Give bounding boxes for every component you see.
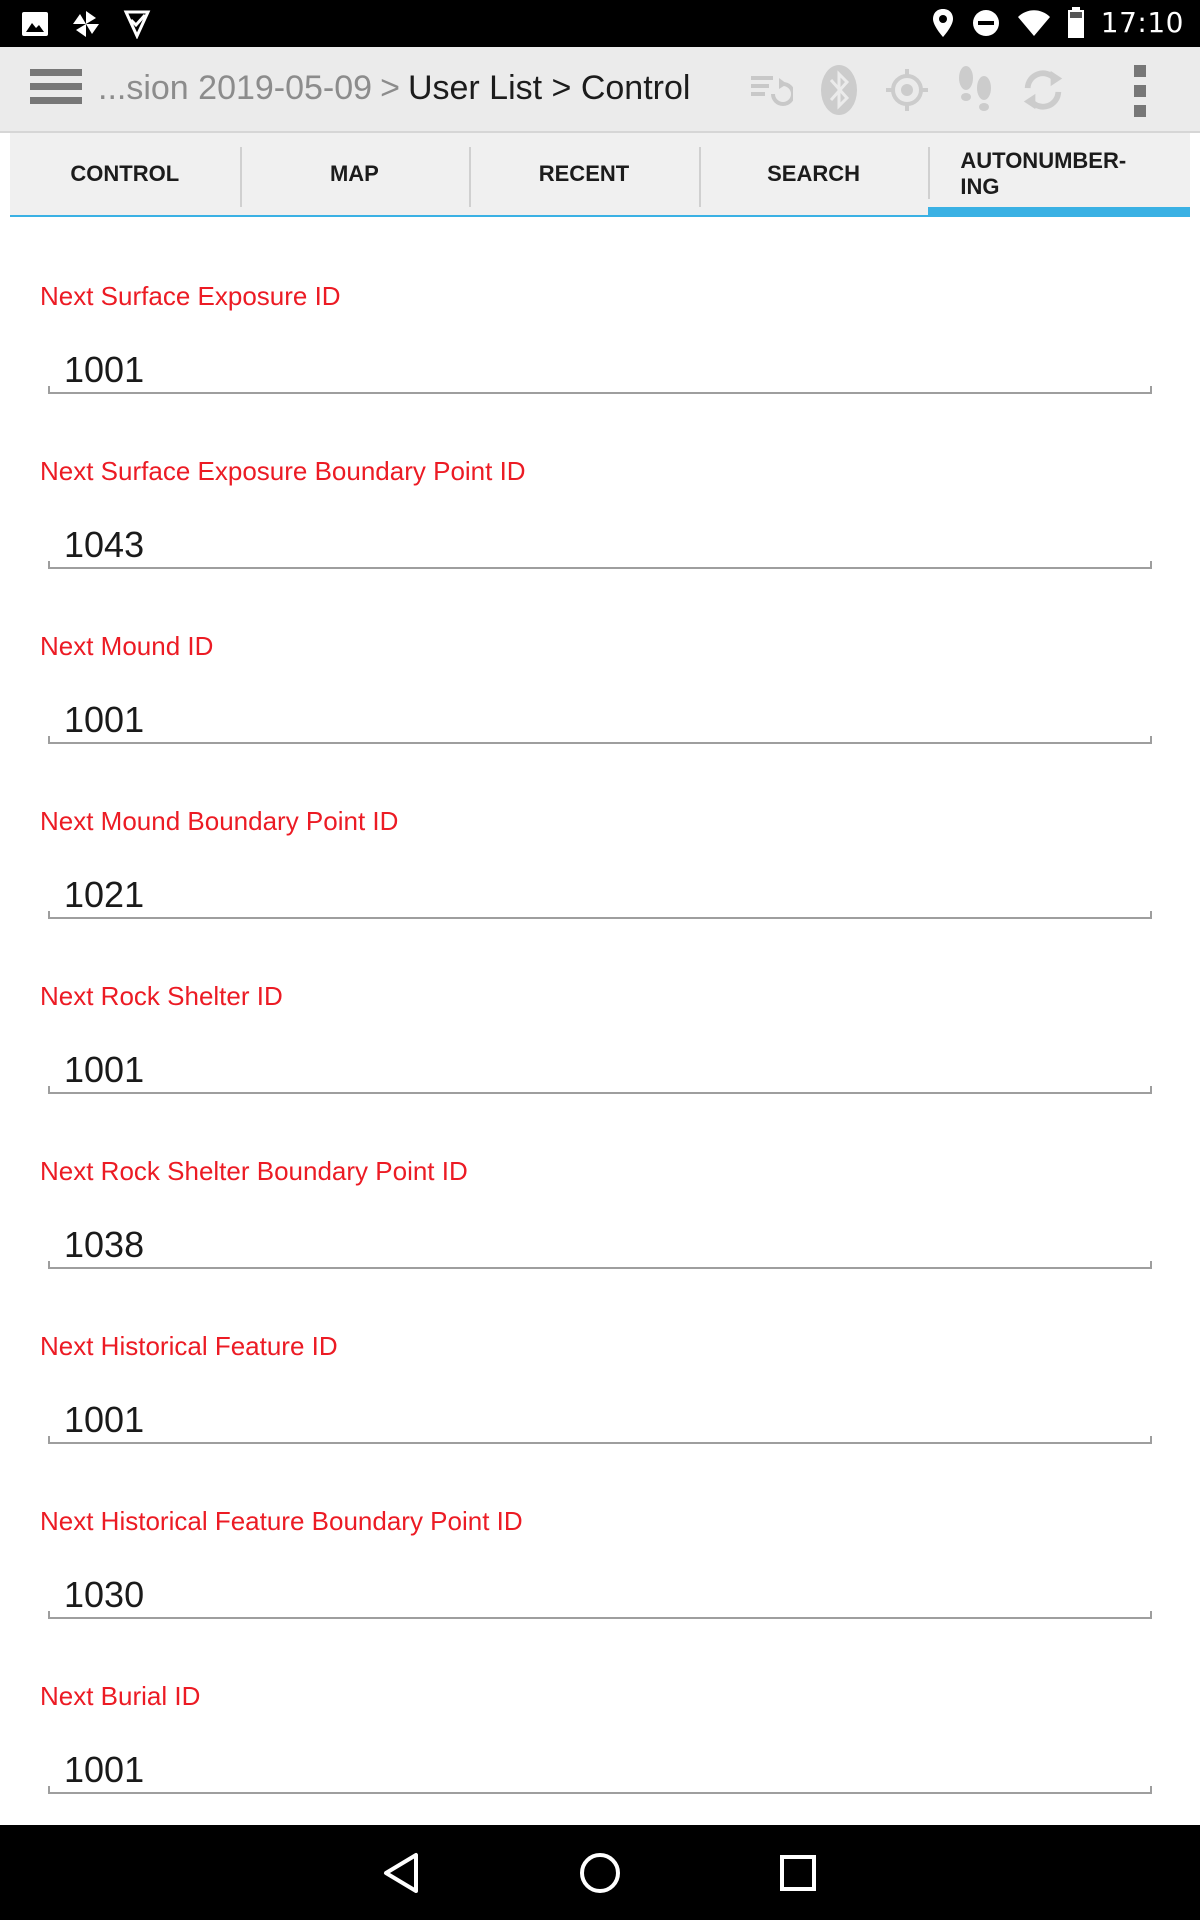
next-burial-id-input[interactable] — [48, 1748, 1152, 1794]
field-rock-shelter-id: Next Rock Shelter ID — [10, 917, 1190, 1094]
field-surface-exposure-boundary-point-id: Next Surface Exposure Boundary Point ID — [10, 392, 1190, 569]
breadcrumb-current: User List > Control — [407, 69, 691, 107]
field-label: Next Burial ID — [40, 1681, 201, 1711]
field-mound-id: Next Mound ID — [10, 567, 1190, 744]
tab-recent[interactable]: RECENT — [469, 133, 699, 217]
breadcrumb: ...sion 2019-05-09 > User List > Control — [98, 69, 690, 108]
image-icon — [20, 9, 50, 39]
status-time: 17:10 — [1100, 6, 1184, 39]
navigation-bar — [0, 1825, 1200, 1920]
field-label: Next Surface Exposure ID — [40, 281, 341, 311]
next-rock-shelter-boundary-point-id-input[interactable] — [48, 1223, 1152, 1269]
bluetooth-icon[interactable] — [816, 61, 862, 119]
field-label: Next Rock Shelter ID — [40, 981, 283, 1011]
autonumbering-form: Next Surface Exposure ID Next Surface Ex… — [10, 217, 1190, 1825]
hamburger-menu-icon[interactable] — [30, 69, 82, 111]
field-label: Next Surface Exposure Boundary Point ID — [40, 456, 526, 486]
tab-bar: CONTROL MAP RECENT SEARCH AUTONUMBER- IN… — [10, 133, 1190, 217]
next-surface-exposure-boundary-point-id-input[interactable] — [48, 523, 1152, 569]
breadcrumb-prefix[interactable]: ...sion 2019-05-09 — [98, 69, 372, 107]
status-bar: 17:10 — [0, 0, 1200, 47]
next-rock-shelter-id-input[interactable] — [48, 1048, 1152, 1094]
home-icon[interactable] — [578, 1851, 622, 1900]
recents-icon[interactable] — [776, 1851, 820, 1900]
field-burial-id: Next Burial ID — [10, 1617, 1190, 1794]
refresh-icon[interactable] — [1020, 61, 1066, 119]
next-historical-feature-id-input[interactable] — [48, 1398, 1152, 1444]
sync-list-icon[interactable] — [748, 61, 794, 119]
footsteps-icon[interactable] — [952, 61, 998, 119]
pinwheel-icon — [70, 8, 102, 40]
tab-autonumbering[interactable]: AUTONUMBER- ING — [928, 133, 1190, 217]
battery-icon — [1067, 6, 1085, 39]
check-flag-icon — [122, 9, 152, 39]
status-right-icons: 17:10 — [931, 6, 1184, 39]
field-historical-feature-id: Next Historical Feature ID — [10, 1267, 1190, 1444]
status-left-icons — [20, 8, 152, 40]
next-mound-boundary-point-id-input[interactable] — [48, 873, 1152, 919]
back-icon[interactable] — [380, 1851, 424, 1900]
action-bar: ...sion 2019-05-09 > User List > Control — [0, 47, 1200, 133]
tab-map[interactable]: MAP — [239, 133, 470, 217]
field-label: Next Historical Feature ID — [40, 1331, 338, 1361]
field-label: Next Rock Shelter Boundary Point ID — [40, 1156, 468, 1186]
field-historical-feature-boundary-point-id: Next Historical Feature Boundary Point I… — [10, 1442, 1190, 1619]
next-surface-exposure-id-input[interactable] — [48, 348, 1152, 394]
overflow-menu-icon[interactable] — [1134, 65, 1148, 117]
field-label: Next Mound Boundary Point ID — [40, 806, 399, 836]
field-label: Next Mound ID — [40, 631, 214, 661]
field-rock-shelter-boundary-point-id: Next Rock Shelter Boundary Point ID — [10, 1092, 1190, 1269]
tab-search[interactable]: SEARCH — [698, 133, 929, 217]
field-mound-boundary-point-id: Next Mound Boundary Point ID — [10, 742, 1190, 919]
field-label: Next Historical Feature Boundary Point I… — [40, 1506, 523, 1536]
field-surface-exposure-id: Next Surface Exposure ID — [10, 217, 1190, 394]
next-mound-id-input[interactable] — [48, 698, 1152, 744]
action-bar-icons — [748, 61, 1066, 119]
do-not-disturb-icon — [971, 8, 1001, 38]
breadcrumb-separator: > — [380, 69, 400, 107]
tab-control[interactable]: CONTROL — [10, 133, 240, 217]
gps-target-icon[interactable] — [884, 61, 930, 119]
location-pin-icon — [931, 7, 955, 39]
next-historical-feature-boundary-point-id-input[interactable] — [48, 1573, 1152, 1619]
wifi-icon — [1017, 8, 1051, 38]
